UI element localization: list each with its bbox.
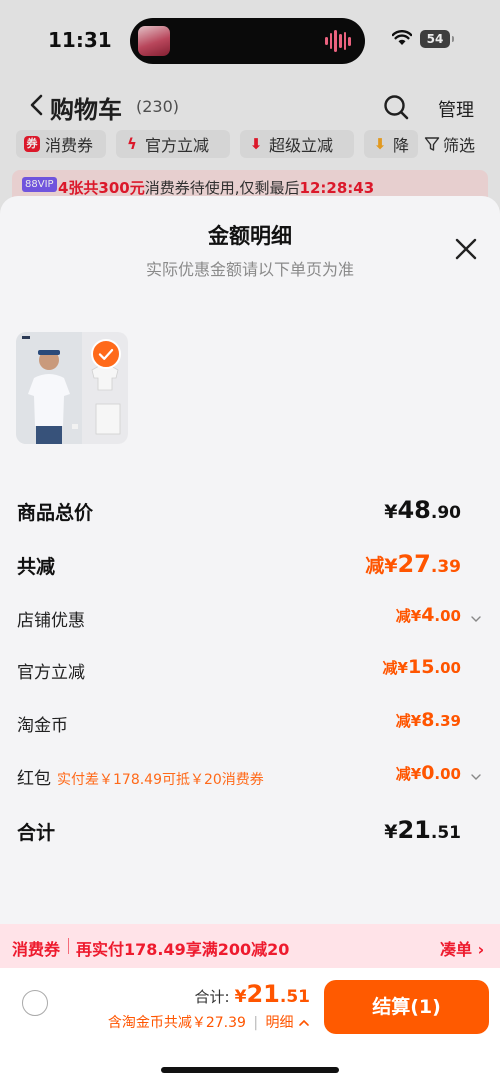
detail-toggle[interactable]: 明细	[266, 1015, 310, 1031]
currency-prefix: 减¥	[382, 659, 408, 677]
official-discount-value: 减¥15.00	[383, 656, 461, 678]
sheet-title: 金额明细	[208, 224, 292, 248]
currency-prefix: 减¥	[395, 765, 422, 783]
amount-dec: .51	[430, 823, 461, 843]
amount-dec: .39	[434, 712, 461, 730]
grand-total-value: ¥21.51	[384, 816, 461, 844]
chevron-down-icon[interactable]	[469, 770, 483, 784]
goods-total-value: ¥48.90	[384, 496, 461, 524]
home-indicator[interactable]	[161, 1067, 339, 1073]
currency-prefix: ¥	[234, 987, 247, 1007]
amount-int: 8	[421, 709, 435, 731]
amount-int: 21	[246, 980, 280, 1008]
amount-int: 48	[397, 496, 431, 524]
selected-check-icon[interactable]	[91, 339, 121, 369]
shop-discount-row[interactable]: 店铺优惠 减¥4.00	[17, 602, 483, 636]
currency-prefix: 减¥	[395, 607, 422, 625]
taobao-coin-row: 淘金币 减¥8.39	[17, 707, 483, 741]
discount-summary: 含淘金币共减￥27.39 | 明细	[108, 1012, 310, 1032]
red-packet-row[interactable]: 红包 实付差￥178.49可抵￥20消费券 减¥0.00	[17, 760, 483, 794]
taobao-coin-value: 减¥8.39	[396, 709, 461, 731]
coupon-bar[interactable]: 消费券 再实付178.49享满200减20 凑单 ›	[0, 924, 500, 968]
amount-int: 4	[421, 604, 435, 626]
select-all-checkbox[interactable]	[22, 990, 48, 1016]
coupon-tag: 消费券	[12, 940, 61, 959]
row-label: 商品总价	[17, 502, 94, 524]
total-reduction-row: 共减 减¥27.39	[17, 548, 483, 582]
goods-total-row: 商品总价 ¥48.90	[17, 494, 483, 528]
currency-prefix: ¥	[384, 501, 398, 523]
row-label: 店铺优惠	[17, 611, 85, 631]
amount-detail-sheet: 金额明细 实际优惠金额请以下单页为准 商品总价 ¥48.90 共减 减¥27.3…	[0, 196, 500, 1087]
row-label: 官方立减	[17, 663, 85, 683]
red-packet-value: 减¥0.00	[396, 762, 461, 784]
detail-label: 明细	[265, 1015, 294, 1031]
shop-discount-value: 减¥4.00	[396, 604, 461, 626]
coupon-text: 再实付178.49享满200减20	[76, 940, 290, 959]
divider	[68, 938, 69, 954]
row-label: 红包 实付差￥178.49可抵￥20消费券	[17, 764, 264, 789]
total-label: 合计:	[194, 988, 230, 1006]
amount-dec: .00	[434, 765, 461, 783]
checkout-button[interactable]: 结算(1)	[324, 980, 489, 1034]
amount-dec: .51	[279, 987, 310, 1007]
official-discount-row: 官方立减 减¥15.00	[17, 654, 483, 688]
grand-total-row: 合计 ¥21.51	[17, 814, 483, 848]
red-packet-hint: 实付差￥178.49可抵￥20消费券	[57, 772, 264, 788]
checkout-bar: 合计: ¥21.51 含淘金币共减￥27.39 | 明细 结算(1)	[0, 968, 500, 1087]
separator: |	[253, 1015, 259, 1031]
row-label: 淘金币	[17, 716, 68, 736]
row-label: 合计	[17, 822, 56, 844]
amount-int: 15	[407, 656, 435, 678]
sheet-subtitle: 实际优惠金额请以下单页为准	[145, 260, 354, 279]
amount-int: 0	[421, 762, 435, 784]
amount-dec: .00	[434, 607, 461, 625]
currency-prefix: ¥	[384, 821, 398, 843]
total-value: ¥21.51	[234, 980, 310, 1008]
close-icon[interactable]	[453, 236, 479, 262]
amount-int: 21	[397, 816, 431, 844]
amount-int: 27	[397, 550, 431, 578]
currency-prefix: 减¥	[395, 712, 422, 730]
checkout-total: 合计: ¥21.51	[194, 980, 310, 1008]
row-label: 共减	[17, 556, 56, 578]
chevron-down-icon[interactable]	[469, 612, 483, 626]
amount-dec: .90	[430, 503, 461, 523]
red-packet-label: 红包	[17, 769, 51, 789]
chevron-up-icon	[299, 1019, 309, 1026]
amount-dec: .39	[430, 557, 461, 577]
currency-prefix: 减¥	[365, 555, 398, 577]
amount-dec: .00	[434, 659, 461, 677]
discount-text: 含淘金币共减￥27.39	[107, 1015, 246, 1031]
add-items-link[interactable]: 凑单 ›	[440, 936, 484, 960]
total-reduction-value: 减¥27.39	[365, 550, 461, 578]
